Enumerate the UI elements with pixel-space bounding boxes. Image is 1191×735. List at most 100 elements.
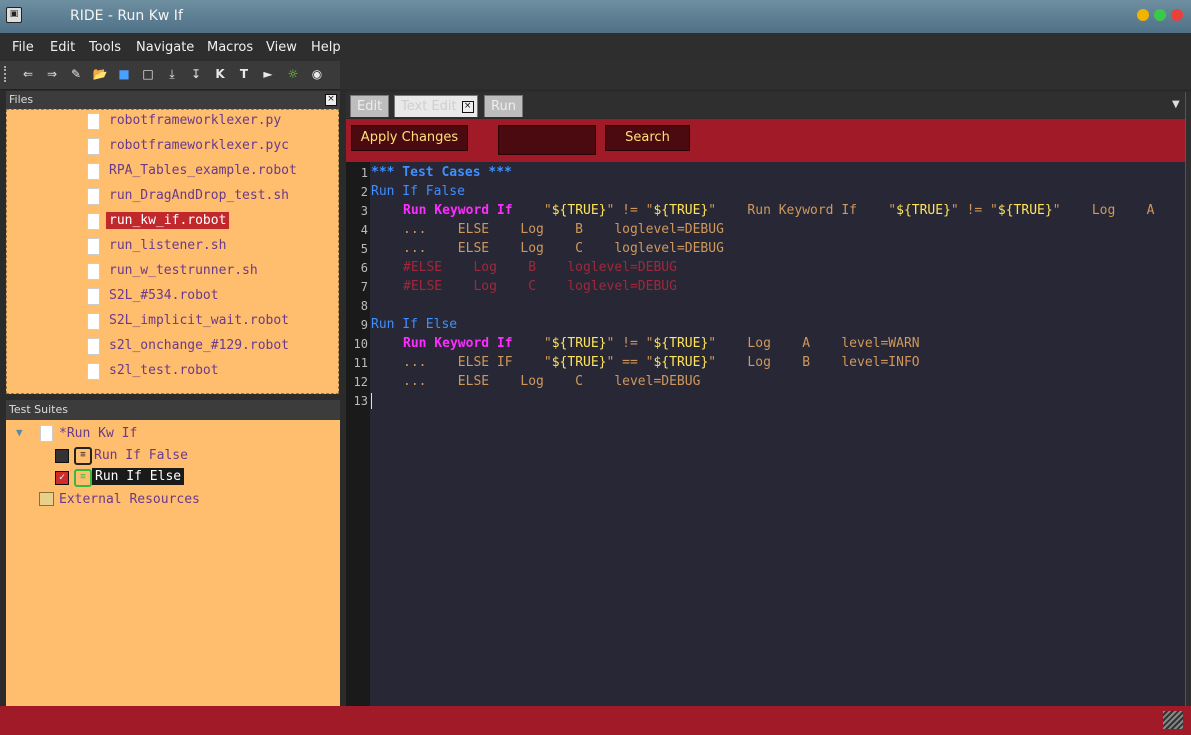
robot-icon: ≡ (74, 447, 92, 465)
chevron-down-icon[interactable]: ▼ (1172, 99, 1180, 110)
new-file-icon[interactable]: □ (140, 66, 156, 82)
code-line: Run If Else (371, 317, 458, 332)
test-item-selected[interactable]: Run If Else (92, 468, 185, 485)
stop-icon[interactable]: ◉ (309, 66, 325, 82)
menu-macros[interactable]: Macros (207, 40, 253, 55)
file-icon (87, 288, 100, 305)
line-number: 9 (360, 318, 368, 332)
resize-grip-icon[interactable] (1163, 711, 1183, 729)
line-number: 3 (360, 204, 368, 218)
line-number: 11 (353, 356, 368, 370)
tab-bar: Edit Text Edit × Run ▼ (346, 92, 1185, 118)
maximize-button[interactable] (1154, 9, 1166, 21)
toolbar-grip[interactable] (4, 66, 10, 82)
external-resources[interactable]: External Resources (59, 492, 200, 507)
save-all-icon[interactable]: ↧ (188, 66, 204, 82)
app-icon[interactable]: ▣ (6, 7, 22, 23)
apply-changes-button[interactable]: Apply Changes (351, 125, 468, 151)
line-number: 2 (360, 185, 368, 199)
tab-text-edit[interactable]: Text Edit × (394, 95, 478, 117)
code-line: #ELSE Log B loglevel=DEBUG (403, 260, 677, 275)
suites-tree[interactable]: ▼ *Run Kw If ≡ Run If False ✓ ≡ Run If E… (6, 420, 340, 706)
line-number: 12 (353, 375, 368, 389)
minimize-button[interactable] (1137, 9, 1149, 21)
window-title: RIDE - Run Kw If (70, 8, 183, 24)
code-editor[interactable]: *** Test Cases *** Run If False Run Keyw… (370, 162, 1185, 706)
expand-arrow-icon[interactable]: ▼ (16, 426, 23, 439)
files-list[interactable]: robotframeworklexer.py robotframeworklex… (6, 109, 339, 394)
line-number-gutter: 1 2 3 4 5 6 7 8 9 10 11 12 13 (346, 162, 370, 706)
tab-edit[interactable]: Edit (350, 95, 390, 117)
code-line: Run Keyword If "${TRUE}" != "${TRUE}" Lo… (403, 336, 920, 351)
checked-icon[interactable]: ✓ (55, 471, 69, 485)
toolbar: ⇐ ⇒ ✎ 📂 ■ □ ⤓ ↧ K T ► ☼ ◉ (0, 61, 340, 90)
suites-panel-title: Test Suites (9, 403, 68, 416)
close-icon[interactable]: × (325, 94, 337, 106)
code-line: Run Keyword If "${TRUE}" != "${TRUE}" Ru… (403, 203, 1155, 218)
file-icon (87, 313, 100, 330)
search-input[interactable] (498, 125, 596, 155)
file-icon (87, 113, 100, 130)
robot-icon: ≡ (74, 469, 92, 487)
menu-tools[interactable]: Tools (89, 40, 121, 55)
line-number: 4 (360, 223, 368, 237)
line-number: 6 (360, 261, 368, 275)
file-icon (87, 213, 100, 230)
status-bar (0, 706, 1191, 735)
code-line: *** Test Cases *** (371, 165, 512, 180)
line-number: 8 (360, 299, 368, 313)
file-icon (87, 138, 100, 155)
menu-file[interactable]: File (12, 40, 34, 55)
test-item[interactable]: Run If False (94, 448, 188, 463)
menu-bar: File Edit Tools Navigate Macros View Hel… (0, 33, 1191, 61)
file-icon (87, 188, 100, 205)
code-line: ... ELSE Log B loglevel=DEBUG (403, 222, 724, 237)
tab-run[interactable]: Run (484, 95, 523, 117)
line-number: 10 (353, 337, 368, 351)
open-directory-icon[interactable]: ■ (116, 66, 132, 82)
suite-root[interactable]: *Run Kw If (59, 426, 137, 441)
file-icon (87, 263, 100, 280)
menu-help[interactable]: Help (311, 40, 341, 55)
file-icon (87, 338, 100, 355)
open-folder-icon[interactable]: 📂 (92, 66, 108, 82)
menu-edit[interactable]: Edit (50, 40, 75, 55)
code-line: Run If False (371, 184, 465, 199)
file-icon (40, 425, 53, 442)
menu-navigate[interactable]: Navigate (136, 40, 194, 55)
code-line: ... ELSE Log C level=DEBUG (403, 374, 701, 389)
text-cursor (371, 393, 372, 409)
close-button[interactable] (1171, 9, 1183, 21)
forward-icon[interactable]: ⇒ (44, 66, 60, 82)
code-line: ... ELSE IF "${TRUE}" == "${TRUE}" Log B… (403, 355, 920, 370)
suites-panel-header: Test Suites (6, 400, 340, 420)
line-number: 5 (360, 242, 368, 256)
code-line: #ELSE Log C loglevel=DEBUG (403, 279, 677, 294)
test-checkbox[interactable] (55, 449, 69, 463)
line-number: 1 (360, 166, 368, 180)
line-number: 7 (360, 280, 368, 294)
code-line: ... ELSE Log C loglevel=DEBUG (403, 241, 724, 256)
folder-icon (39, 492, 54, 506)
search-button[interactable]: Search (605, 125, 690, 151)
new-project-icon[interactable]: ✎ (68, 66, 84, 82)
search-tests-icon[interactable]: T (236, 66, 252, 82)
tab-text-edit-label: Text Edit (401, 99, 457, 114)
toolbar-spacer (340, 61, 1191, 89)
search-keywords-icon[interactable]: K (212, 66, 228, 82)
file-icon (87, 163, 100, 180)
file-icon (87, 363, 100, 380)
files-panel-title: Files (9, 93, 34, 106)
action-bar: Apply Changes Search (346, 119, 1185, 162)
menu-view[interactable]: View (266, 40, 297, 55)
files-panel-header: Files × (6, 91, 340, 109)
title-bar: ▣ RIDE - Run Kw If (0, 0, 1191, 33)
close-icon[interactable]: × (461, 101, 474, 113)
run-icon[interactable]: ► (260, 66, 276, 82)
back-icon[interactable]: ⇐ (20, 66, 36, 82)
right-edge (1185, 92, 1191, 706)
line-number: 13 (353, 394, 368, 408)
debug-icon[interactable]: ☼ (285, 66, 301, 82)
file-icon (87, 238, 100, 255)
save-icon[interactable]: ⤓ (164, 66, 180, 82)
